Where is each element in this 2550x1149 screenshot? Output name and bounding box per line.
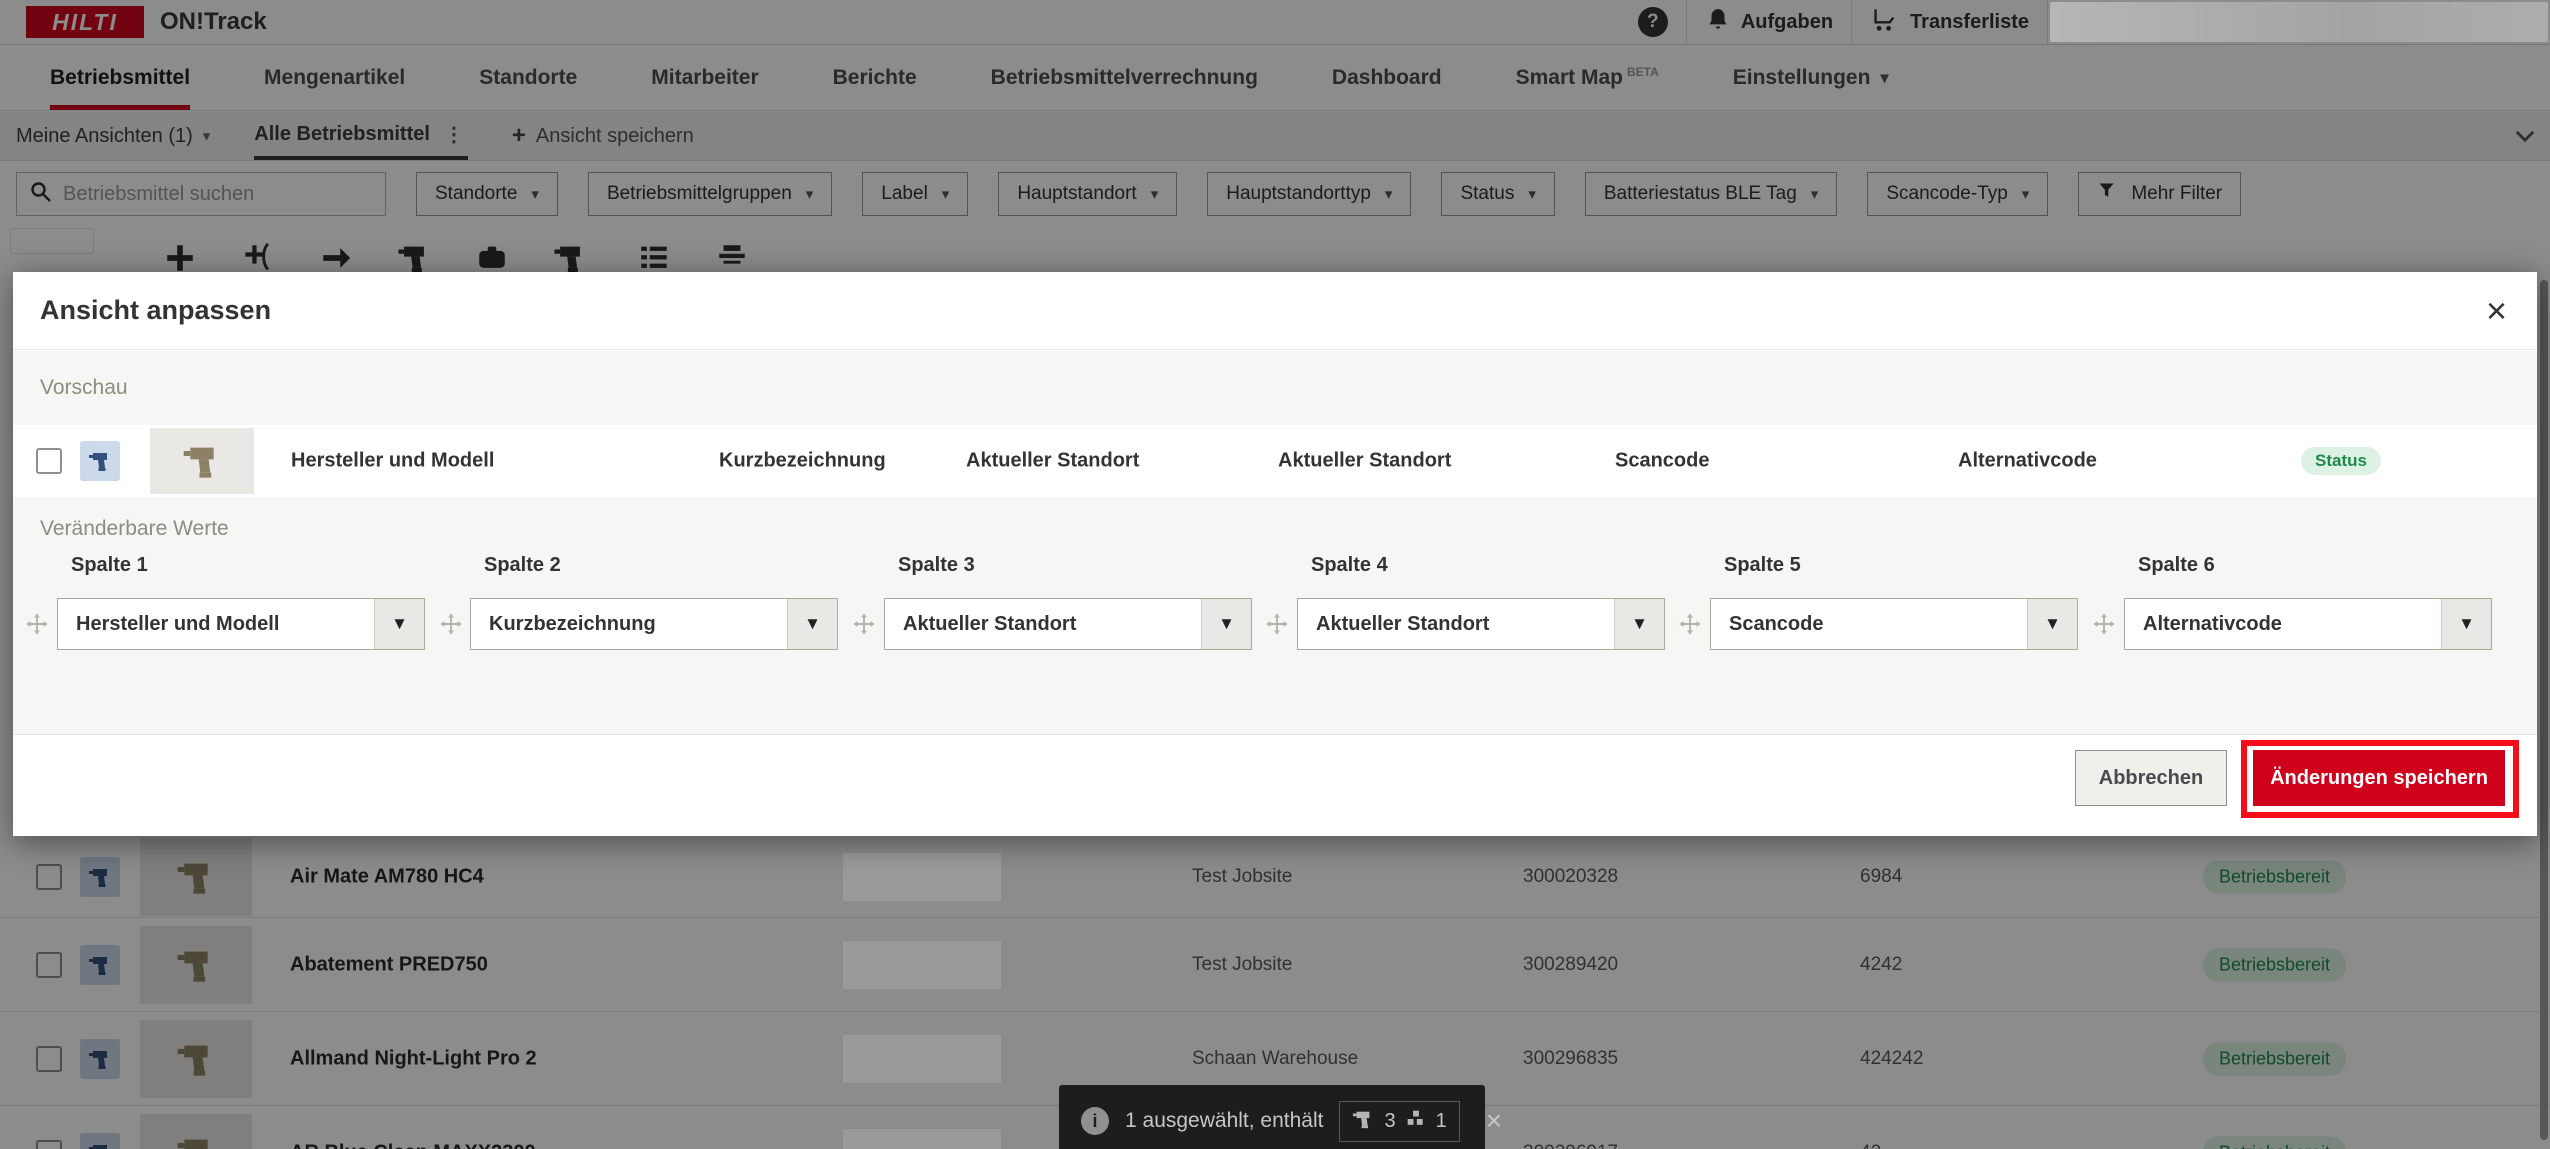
column-label: Spalte 2 <box>484 554 561 577</box>
select-arrow-icon[interactable]: ▼ <box>1201 599 1251 649</box>
preview-checkbox[interactable] <box>36 448 62 474</box>
toast-close-icon[interactable]: × <box>1486 1107 1502 1135</box>
select-arrow-icon[interactable]: ▼ <box>2441 599 2491 649</box>
user-account-redacted[interactable] <box>2050 2 2548 42</box>
close-icon[interactable]: × <box>2486 293 2507 329</box>
selection-toast: i 1 ausgewählt, enthält 3 1 × <box>1059 1085 1485 1149</box>
column-label: Spalte 5 <box>1724 554 1801 577</box>
preview-column-header: Hersteller und Modell <box>291 450 494 473</box>
select-arrow-icon[interactable]: ▼ <box>787 599 837 649</box>
drag-handle-icon[interactable] <box>852 612 876 636</box>
drag-handle-icon[interactable] <box>439 612 463 636</box>
preview-section: Vorschau <box>13 351 2537 425</box>
dialog-title: Ansicht anpassen <box>40 295 271 326</box>
column-label: Spalte 1 <box>71 554 148 577</box>
info-icon: i <box>1081 1107 1109 1135</box>
preview-column-header: Scancode <box>1615 450 1709 473</box>
select-arrow-icon[interactable]: ▼ <box>2027 599 2077 649</box>
group-count-icon <box>1406 1109 1426 1134</box>
drag-handle-icon[interactable] <box>1265 612 1289 636</box>
footer-divider <box>13 734 2537 735</box>
column-select-5[interactable]: Scancode ▼ <box>1710 598 2078 650</box>
preview-row: Hersteller und Modell Kurzbezeichnung Ak… <box>13 425 2537 497</box>
cancel-button[interactable]: Abbrechen <box>2075 750 2227 806</box>
column-label: Spalte 6 <box>2138 554 2215 577</box>
save-changes-button[interactable]: Änderungen speichern <box>2253 750 2505 806</box>
drag-handle-icon[interactable] <box>25 612 49 636</box>
column-select-6[interactable]: Alternativcode ▼ <box>2124 598 2492 650</box>
asset-count-icon <box>1352 1108 1374 1135</box>
preview-column-header: Kurzbezeichnung <box>719 450 886 473</box>
customize-view-dialog: Ansicht anpassen × Vorschau Hersteller u… <box>13 272 2537 836</box>
drag-handle-icon[interactable] <box>2092 612 2116 636</box>
preview-section-label: Vorschau <box>40 376 128 400</box>
redacted-cell <box>843 941 1001 989</box>
redacted-cell <box>843 853 1001 901</box>
asset-count: 3 <box>1384 1110 1395 1133</box>
preview-column-header: Alternativcode <box>1958 450 2097 473</box>
redacted-cell <box>843 1129 1001 1149</box>
column-select-3[interactable]: Aktueller Standort ▼ <box>884 598 1252 650</box>
preview-status-badge: Status <box>2301 447 2381 475</box>
column-label: Spalte 4 <box>1311 554 1388 577</box>
ontrack-app-window: HILTI ON!Track ? Aufgaben Transferliste <box>0 0 2550 1149</box>
dialog-header: Ansicht anpassen × <box>13 272 2537 350</box>
asset-type-icon <box>80 441 120 481</box>
asset-image <box>150 428 254 494</box>
editable-values-label: Veränderbare Werte <box>40 517 229 541</box>
redacted-cell <box>843 1035 1001 1083</box>
select-arrow-icon[interactable]: ▼ <box>374 599 424 649</box>
column-select-4[interactable]: Aktueller Standort ▼ <box>1297 598 1665 650</box>
group-count: 1 <box>1436 1110 1447 1133</box>
select-arrow-icon[interactable]: ▼ <box>1614 599 1664 649</box>
column-select-2[interactable]: Kurzbezeichnung ▼ <box>470 598 838 650</box>
column-label: Spalte 3 <box>898 554 975 577</box>
drag-handle-icon[interactable] <box>1678 612 1702 636</box>
column-select-1[interactable]: Hersteller und Modell ▼ <box>57 598 425 650</box>
preview-column-header: Aktueller Standort <box>1278 450 1451 473</box>
preview-column-header: Aktueller Standort <box>966 450 1139 473</box>
selection-counts: 3 1 <box>1339 1101 1459 1142</box>
toast-message: 1 ausgewählt, enthält <box>1125 1109 1323 1133</box>
